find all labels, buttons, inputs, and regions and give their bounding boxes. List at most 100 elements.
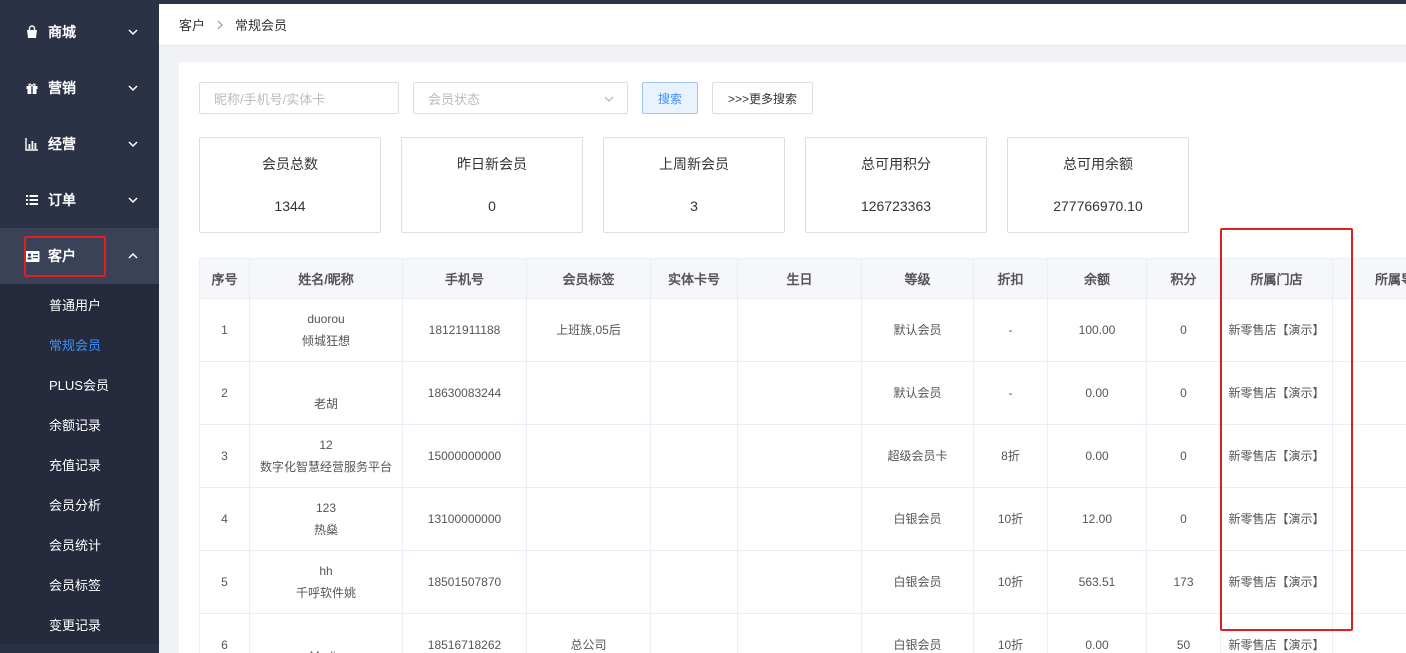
cell-birthday (737, 550, 862, 614)
stat-value: 0 (488, 198, 496, 214)
cell-discount: 10折 (973, 613, 1048, 653)
stat-card-total-points: 总可用积分 126723363 (805, 137, 987, 233)
cell-points: 0 (1146, 487, 1221, 551)
cell-tags (526, 424, 651, 488)
sidebar: 商城 营销 经营 订单 客户 普通用户 常规会员 PLUS会员 余额记录 充值记… (0, 0, 159, 653)
sub-item-member-stats[interactable]: 会员统计 (0, 524, 159, 564)
more-search-button[interactable]: >>>更多搜索 (712, 82, 813, 114)
stat-card-total-balance: 总可用余额 277766970.10 (1007, 137, 1189, 233)
member-nickname: duorou (307, 312, 345, 326)
member-name: Media (256, 645, 396, 653)
cell-birthday (737, 487, 862, 551)
cell-name: 老胡 (249, 361, 403, 425)
sub-item-recharge-records[interactable]: 充值记录 (0, 444, 159, 484)
menu-label: 商城 (48, 24, 76, 40)
cell-level: 默认会员 (861, 361, 974, 425)
stat-label: 总可用积分 (861, 156, 931, 172)
cell-discount: 10折 (973, 487, 1048, 551)
cell-index: 1 (199, 298, 250, 362)
member-nickname: 12 (319, 438, 333, 452)
sub-item-member-tags[interactable]: 会员标签 (0, 564, 159, 604)
cell-birthday (737, 424, 862, 488)
cell-card (650, 487, 738, 551)
sub-item-balance-records[interactable]: 余额记录 (0, 404, 159, 444)
highlight-annotation-box (24, 236, 106, 277)
cell-level: 白银会员 (861, 550, 974, 614)
col-header-index: 序号 (199, 258, 250, 299)
stat-value: 3 (690, 198, 698, 214)
cell-level: 超级会员卡 (861, 424, 974, 488)
cell-birthday (737, 361, 862, 425)
sub-item-regular-members[interactable]: 常规会员 (0, 324, 159, 364)
menu-item-marketing[interactable]: 营销 (0, 60, 159, 116)
col-header-discount: 折扣 (973, 258, 1048, 299)
customer-submenu: 普通用户 常规会员 PLUS会员 余额记录 充值记录 会员分析 会员统计 会员标… (0, 284, 159, 644)
stat-card-last-week-new: 上周新会员 3 (603, 137, 785, 233)
cell-points: 50 (1146, 613, 1221, 653)
cell-tags (526, 487, 651, 551)
cell-tags (526, 361, 651, 425)
cell-card (650, 361, 738, 425)
col-header-points: 积分 (1146, 258, 1221, 299)
cell-balance: 0.00 (1047, 613, 1147, 653)
cell-points: 0 (1146, 424, 1221, 488)
cell-discount: - (973, 361, 1048, 425)
stat-card-yesterday-new: 昨日新会员 0 (401, 137, 583, 233)
cell-card (650, 613, 738, 653)
cell-name: 123 热燊 (249, 487, 403, 551)
cell-index: 2 (199, 361, 250, 425)
cell-name: 12 数字化智慧经营服务平台 (249, 424, 403, 488)
shopping-bag-icon (24, 24, 40, 40)
chevron-down-icon (604, 96, 614, 102)
cell-tags (526, 550, 651, 614)
member-name: 数字化智慧经营服务平台 (259, 460, 392, 474)
cell-level: 白银会员 (861, 487, 974, 551)
menu-item-mall[interactable]: 商城 (0, 4, 159, 60)
cell-balance: 0.00 (1047, 424, 1147, 488)
cell-phone: 15000000000 (402, 424, 527, 488)
stat-value: 277766970.10 (1053, 198, 1143, 214)
cell-points: 173 (1146, 550, 1221, 614)
cell-phone: 18516718262 (402, 613, 527, 653)
search-input[interactable]: 昵称/手机号/实体卡 (199, 82, 399, 114)
chevron-down-icon (128, 197, 138, 204)
breadcrumb-current: 常规会员 (235, 18, 288, 33)
cell-tags: 上班族,05后 (526, 298, 651, 362)
search-button[interactable]: 搜索 (642, 82, 698, 114)
stat-value: 1344 (274, 198, 306, 214)
menu-item-customers[interactable]: 客户 (0, 228, 159, 284)
menu-item-business[interactable]: 经营 (0, 116, 159, 172)
menu-label: 经营 (48, 136, 76, 152)
col-header-name: 姓名/昵称 (249, 258, 403, 299)
stat-label: 总可用余额 (1063, 156, 1133, 172)
cell-birthday (737, 298, 862, 362)
cell-phone: 18630083244 (402, 361, 527, 425)
sub-item-change-records[interactable]: 变更记录 (0, 604, 159, 644)
stat-label: 昨日新会员 (457, 156, 527, 172)
member-nickname: hh (319, 564, 333, 578)
select-placeholder: 会员状态 (428, 91, 481, 107)
chevron-down-icon (128, 141, 138, 148)
cell-balance: 12.00 (1047, 487, 1147, 551)
sub-item-plus-members[interactable]: PLUS会员 (0, 364, 159, 404)
member-name: 千呼软件姚 (295, 586, 356, 600)
menu-label: 订单 (48, 192, 76, 208)
store-column-highlight-box (1220, 228, 1353, 631)
sub-item-normal-users[interactable]: 普通用户 (0, 284, 159, 324)
sub-item-member-analysis[interactable]: 会员分析 (0, 484, 159, 524)
col-header-level: 等级 (861, 258, 974, 299)
menu-item-orders[interactable]: 订单 (0, 172, 159, 228)
cell-name: Media (249, 613, 403, 653)
chevron-down-icon (128, 29, 138, 36)
chevron-down-icon (128, 85, 138, 92)
member-nickname (256, 623, 396, 645)
breadcrumb-parent[interactable]: 客户 (179, 15, 205, 34)
cell-level: 默认会员 (861, 298, 974, 362)
stat-card-total-members: 会员总数 1344 (199, 137, 381, 233)
chevron-up-icon (128, 252, 138, 259)
member-name: 热燊 (313, 523, 338, 537)
stat-label: 上周新会员 (659, 156, 729, 172)
member-status-select[interactable]: 会员状态 (413, 82, 628, 114)
member-name: 倾城狂想 (301, 334, 350, 348)
cell-discount: 10折 (973, 550, 1048, 614)
